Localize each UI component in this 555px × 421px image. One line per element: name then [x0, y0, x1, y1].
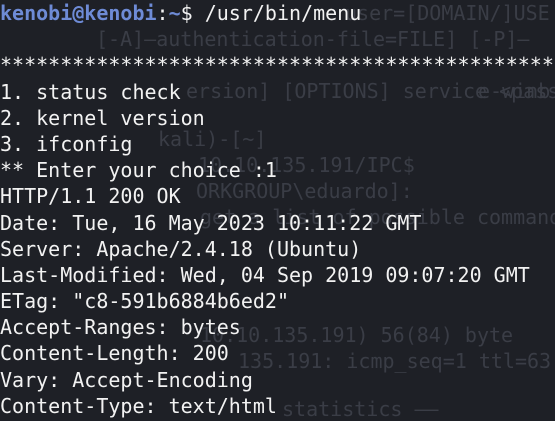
command-text: /usr/bin/menu [192, 1, 362, 25]
output-line: ** Enter your choice :1 [0, 158, 277, 183]
output-line: HTTP/1.1 200 OK [0, 184, 181, 209]
output-line: ****************************************… [0, 53, 555, 78]
prompt-user-host: kenobi@kenobi [0, 1, 157, 25]
output-line: Server: Apache/2.4.18 (Ubuntu) [0, 236, 362, 261]
output-line: Vary: Accept-Encoding [0, 367, 253, 392]
prompt-symbol: $ [180, 1, 193, 25]
output-line: 3. ifconfig [0, 131, 133, 156]
terminal-output: kenobi@kenobi:~$ /usr/bin/menu *********… [0, 0, 555, 419]
output-line: ETag: "c8-591b6884b6ed2" [0, 289, 289, 314]
output-line: Accept-Ranges: bytes [0, 315, 241, 340]
output-line: Content-Type: text/html [0, 393, 277, 418]
output-line: Content-Length: 200 [0, 341, 229, 366]
terminal-window[interactable]: user=[DOMAIN/]USE [-A]—authentication-fi… [0, 0, 555, 421]
output-line: Last-Modified: Wed, 04 Sep 2019 09:07:20… [0, 262, 530, 287]
prompt-line: kenobi@kenobi:~$ /usr/bin/menu [0, 0, 555, 26]
output-line: 1. status check [0, 79, 181, 104]
prompt-path: ~ [168, 1, 181, 25]
output-line: Date: Tue, 16 May 2023 10:11:22 GMT [0, 210, 422, 235]
prompt-separator: : [156, 1, 169, 25]
output-line: 2. kernel version [0, 105, 205, 130]
